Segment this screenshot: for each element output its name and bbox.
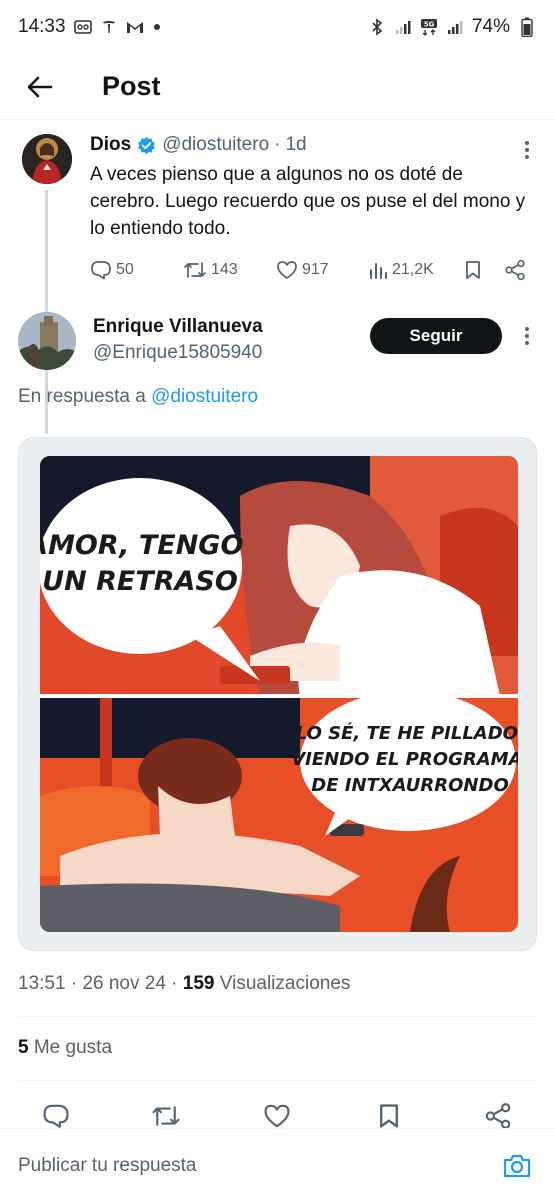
likes-count: 5 [18, 1037, 29, 1058]
retweet-count: 143 [211, 261, 238, 278]
views-count: 21,2K [392, 261, 434, 278]
replying-to-prefix: En respuesta a [18, 386, 146, 407]
tesla-icon [100, 19, 118, 35]
bookmark-button[interactable] [464, 260, 504, 280]
tweet-text: A veces pienso que a algunos no os doté … [90, 164, 526, 239]
follow-button[interactable]: Seguir [370, 318, 502, 354]
tweet-header: Dios @diostuitero · 1d [90, 134, 307, 156]
svg-text:5G: 5G [424, 21, 435, 29]
battery-icon [518, 17, 536, 37]
retweet-button[interactable]: 143 [183, 260, 276, 280]
likes-label: Me gusta [33, 1037, 113, 1058]
reply-composer: Publicar tu respuesta [0, 1128, 554, 1200]
5g-icon: 5G [420, 19, 438, 36]
media-card: AMOR, TENGO UN RETRASO LO SÉ, TE HE PILL… [18, 437, 537, 951]
reply-author-handle[interactable]: @Enrique15805940 [93, 342, 262, 364]
heart-icon [276, 260, 298, 280]
replying-to-mention[interactable]: @diostuitero [151, 386, 258, 407]
camera-icon[interactable] [502, 1151, 532, 1181]
share-button[interactable] [504, 259, 526, 281]
post-meta: 13:51 · 26 nov 24 · 159 Visualizaciones [18, 973, 351, 994]
top-app-bar: Post [0, 54, 554, 120]
tweet-actions: 50 143 917 21,2K [90, 256, 530, 284]
reply-count: 50 [116, 261, 134, 278]
page-title: Post [102, 71, 161, 101]
post-date: 26 nov 24 [82, 973, 166, 994]
separator: · [274, 134, 281, 155]
signal-2-icon [446, 19, 464, 35]
views-button[interactable]: 21,2K [368, 260, 464, 280]
post-time: 13:51 [18, 973, 66, 994]
post-views-count: 159 [182, 973, 215, 994]
reply-input[interactable]: Publicar tu respuesta [18, 1155, 197, 1177]
status-time: 14:33 [18, 16, 66, 37]
reply-icon [90, 260, 112, 280]
divider [18, 1016, 536, 1017]
verified-badge-icon [137, 136, 156, 155]
share-icon [504, 259, 526, 281]
status-bar: 14:33 5G 74% [0, 0, 554, 54]
reply-author-name[interactable]: Enrique Villanueva [93, 316, 263, 338]
bookmark-icon [464, 260, 482, 280]
gmail-icon [126, 19, 144, 35]
bluetooth-icon [368, 18, 386, 36]
voicemail-icon [73, 19, 92, 35]
views-icon [368, 260, 388, 280]
original-tweet[interactable]: Dios @diostuitero · 1d A veces pienso qu… [0, 128, 554, 434]
avatar[interactable] [18, 312, 76, 370]
replying-to: En respuesta a @diostuitero [18, 386, 258, 408]
more-options-icon[interactable] [524, 326, 530, 351]
retweet-icon [183, 260, 207, 280]
divider [18, 1080, 536, 1081]
post-views-label: Visualizaciones [219, 973, 351, 994]
notification-dot-icon [153, 24, 160, 30]
meme-bottom-text: LO SÉ, TE HE PILLADO VIENDO EL PROGRAMA … [291, 722, 518, 796]
author-name[interactable]: Dios [90, 134, 131, 156]
like-count: 917 [302, 261, 329, 278]
battery-percent: 74% [471, 16, 510, 37]
like-button[interactable]: 917 [276, 260, 368, 280]
reply-button[interactable]: 50 [90, 260, 183, 280]
likes-summary[interactable]: 5 Me gusta [18, 1037, 112, 1059]
signal-icon [394, 19, 412, 35]
back-arrow-icon[interactable] [18, 65, 62, 109]
meme-image[interactable]: AMOR, TENGO UN RETRASO LO SÉ, TE HE PILL… [40, 456, 518, 932]
avatar[interactable] [22, 134, 72, 184]
author-handle[interactable]: @diostuitero [162, 134, 269, 156]
tweet-time: 1d [285, 134, 307, 155]
